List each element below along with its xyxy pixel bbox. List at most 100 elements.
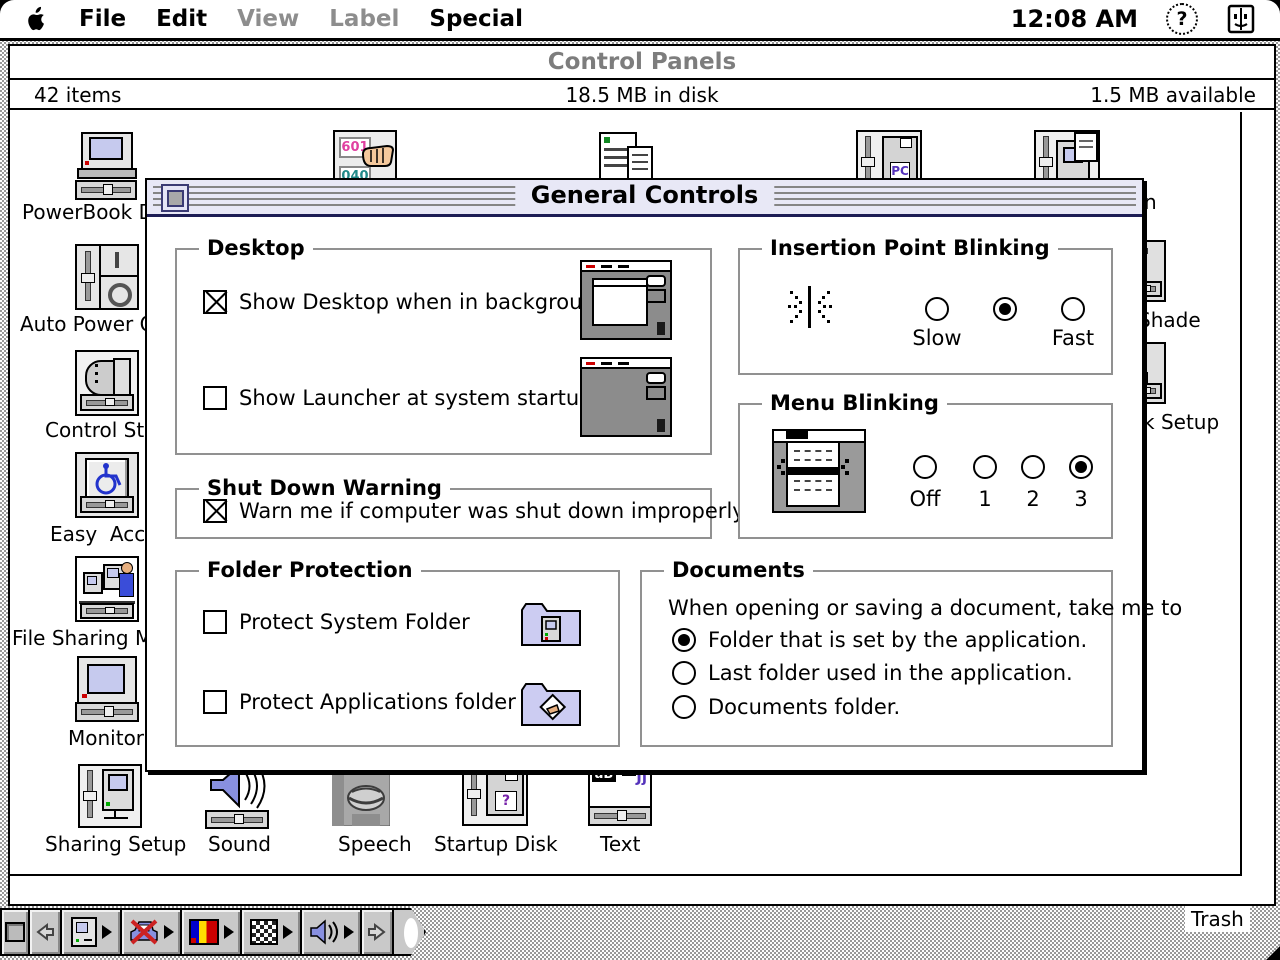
group-desktop: Desktop Show Desktop when in background … bbox=[175, 248, 712, 455]
doc-app-folder-radio[interactable] bbox=[672, 628, 696, 652]
application-menu-icon[interactable] bbox=[1226, 4, 1256, 34]
menu-file[interactable]: File bbox=[64, 6, 141, 32]
desktop-pattern-icon bbox=[250, 919, 278, 945]
desktop-preview-image bbox=[580, 260, 672, 340]
color-depth-icon bbox=[189, 919, 219, 945]
dialog-title: General Controls bbox=[515, 181, 774, 209]
icon-label-speech[interactable]: Speech bbox=[338, 832, 412, 856]
group-insertion-blinking: Insertion Point Blinking Slow Fast bbox=[738, 248, 1113, 375]
icon-label-sound[interactable]: Sound bbox=[208, 832, 271, 856]
control-strip-right-arrow[interactable] bbox=[360, 908, 394, 956]
close-box[interactable] bbox=[161, 184, 189, 212]
icon-label-sharing-setup[interactable]: Sharing Setup bbox=[45, 832, 186, 856]
insertion-slow-label: Slow bbox=[900, 326, 974, 350]
icon-label-k-setup[interactable]: k Setup bbox=[1143, 410, 1219, 434]
icon-label-file-sharing[interactable]: File Sharing M bbox=[12, 626, 152, 650]
insertion-medium-radio[interactable] bbox=[993, 297, 1017, 321]
insertion-fast-label: Fast bbox=[1036, 326, 1110, 350]
file-sharing-monitor-icon[interactable] bbox=[75, 556, 139, 622]
sharing-setup-icon[interactable] bbox=[78, 764, 142, 828]
window-title-bar[interactable]: Control Panels bbox=[10, 46, 1274, 80]
menu-blink-preview bbox=[772, 429, 866, 513]
window-status-bar: 42 items 18.5 MB in disk 1.5 MB availabl… bbox=[10, 80, 1274, 110]
menu-blink-3-radio[interactable] bbox=[1069, 455, 1093, 479]
wheelchair-glyph bbox=[87, 460, 127, 500]
show-launcher-label: Show Launcher at system startup bbox=[239, 386, 593, 410]
menu-label[interactable]: Label bbox=[314, 6, 414, 32]
control-strip-left-arrow[interactable] bbox=[28, 908, 62, 956]
control-strip-sound-module[interactable] bbox=[300, 908, 362, 956]
easy-access-icon[interactable] bbox=[75, 452, 139, 518]
doc-documents-folder-radio[interactable] bbox=[672, 695, 696, 719]
horizontal-scrollbar[interactable] bbox=[10, 874, 1242, 904]
popup-arrow-icon bbox=[102, 925, 112, 939]
menu-blink-off-radio[interactable] bbox=[913, 455, 937, 479]
control-strip-monitor-module[interactable] bbox=[60, 908, 122, 956]
icon-label-startup-disk[interactable]: Startup Disk bbox=[434, 832, 558, 856]
warn-shutdown-label: Warn me if computer was shut down improp… bbox=[239, 499, 745, 523]
control-strip-pattern-module[interactable] bbox=[240, 908, 302, 956]
control-strip-collapse-box[interactable] bbox=[0, 908, 30, 956]
screen-corner-bottom-right bbox=[1266, 946, 1280, 960]
group-desktop-title: Desktop bbox=[199, 236, 313, 260]
control-strip-colordepth-module[interactable] bbox=[180, 908, 242, 956]
row-protect-system: Protect System Folder bbox=[203, 610, 470, 634]
dialog-title-bar[interactable]: General Controls bbox=[147, 180, 1142, 217]
launcher-preview-image bbox=[580, 357, 672, 437]
documents-prompt: When opening or saving a document, take … bbox=[668, 596, 1182, 620]
printer-module-icon bbox=[129, 918, 159, 946]
protect-system-checkbox[interactable] bbox=[203, 610, 227, 634]
popup-arrow-icon bbox=[224, 925, 234, 939]
doc-last-folder-radio[interactable] bbox=[672, 661, 696, 685]
control-strip-printer-module[interactable] bbox=[120, 908, 182, 956]
menu-special[interactable]: Special bbox=[414, 6, 538, 32]
popup-arrow-icon bbox=[283, 925, 293, 939]
group-folder-protection: Folder Protection Protect System Folder … bbox=[175, 570, 620, 747]
row-doc-last-folder: Last folder used in the application. bbox=[672, 661, 1073, 685]
control-strip-icon[interactable] bbox=[75, 350, 139, 416]
menu-edit[interactable]: Edit bbox=[141, 6, 222, 32]
left-arrow-icon bbox=[35, 922, 55, 942]
icon-label-auto-power[interactable]: Auto Power O bbox=[20, 312, 155, 336]
group-shutdown-title: Shut Down Warning bbox=[199, 476, 450, 500]
auto-power-icon[interactable] bbox=[75, 244, 139, 310]
show-launcher-checkbox[interactable] bbox=[203, 386, 227, 410]
monitor-module-icon bbox=[71, 917, 97, 947]
row-doc-documents-folder: Documents folder. bbox=[672, 695, 900, 719]
menu-view[interactable]: View bbox=[222, 6, 314, 32]
icon-label-shade[interactable]: Shade bbox=[1138, 308, 1201, 332]
icon-label-easy-access[interactable]: Easy Acce bbox=[50, 522, 158, 546]
insertion-slow-radio[interactable] bbox=[925, 297, 949, 321]
right-arrow-icon bbox=[367, 922, 387, 942]
powerbook-display-icon[interactable] bbox=[75, 132, 139, 200]
row-protect-apps: Protect Applications folder bbox=[203, 690, 516, 714]
row-doc-app-folder: Folder that is set by the application. bbox=[672, 628, 1087, 652]
pointing-hand-glyph bbox=[361, 138, 395, 168]
icon-label-monitors[interactable]: Monitors bbox=[68, 726, 154, 750]
icon-label-text[interactable]: Text bbox=[600, 832, 640, 856]
group-menu-blinking: Menu Blinking Off 1 2 bbox=[738, 403, 1113, 539]
row-show-launcher: Show Launcher at system startup bbox=[203, 386, 593, 410]
dialog-body: Desktop Show Desktop when in background … bbox=[147, 217, 1142, 770]
menu-clock[interactable]: 12:08 AM bbox=[1011, 5, 1138, 33]
control-strip-tab-handle[interactable] bbox=[392, 908, 426, 956]
status-disk-usage: 18.5 MB in disk bbox=[10, 83, 1274, 107]
help-menu-icon[interactable]: ? bbox=[1166, 3, 1198, 35]
show-desktop-checkbox[interactable] bbox=[203, 290, 227, 314]
menu-blink-1-radio[interactable] bbox=[973, 455, 997, 479]
warn-shutdown-checkbox[interactable] bbox=[203, 499, 227, 523]
protect-apps-checkbox[interactable] bbox=[203, 690, 227, 714]
window-title: Control Panels bbox=[548, 49, 736, 75]
applications-folder-icon bbox=[520, 680, 582, 728]
insertion-fast-radio[interactable] bbox=[1061, 297, 1085, 321]
icon-label-powerbook[interactable]: PowerBook Di bbox=[22, 200, 160, 224]
trash-label[interactable]: Trash bbox=[1185, 906, 1250, 932]
group-menu-blinking-title: Menu Blinking bbox=[762, 391, 947, 415]
icon-label-control-strip[interactable]: Control Str bbox=[45, 418, 152, 442]
system-folder-icon bbox=[520, 600, 582, 648]
menu-blink-2-radio[interactable] bbox=[1021, 455, 1045, 479]
group-folder-title: Folder Protection bbox=[199, 558, 421, 582]
vertical-scrollbar[interactable] bbox=[1240, 112, 1274, 874]
monitors-icon[interactable] bbox=[75, 656, 139, 722]
group-documents: Documents When opening or saving a docum… bbox=[640, 570, 1113, 747]
